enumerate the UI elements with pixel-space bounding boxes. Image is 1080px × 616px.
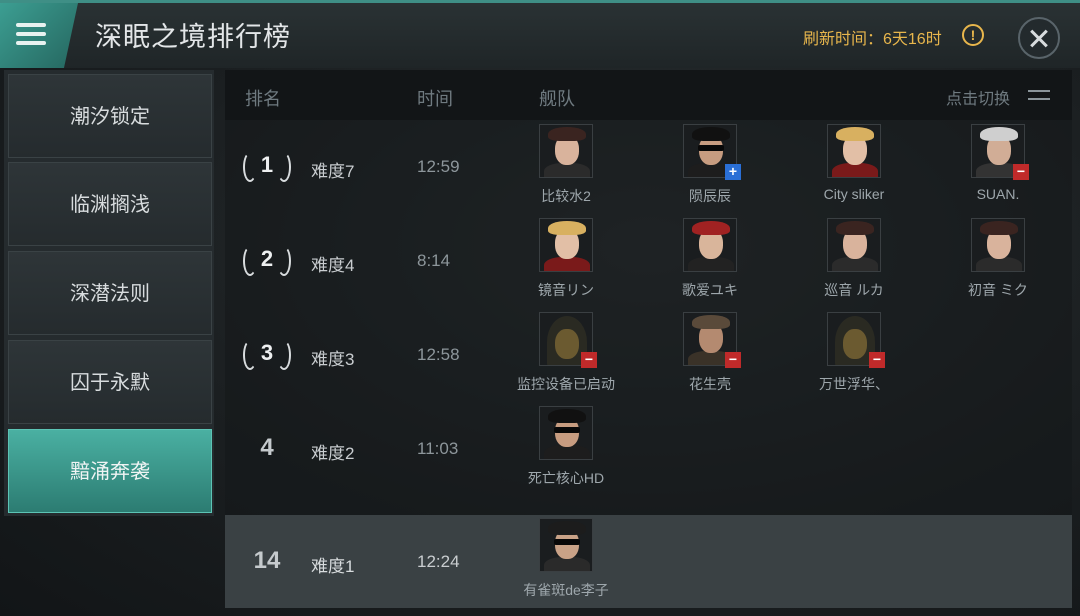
avatar[interactable]	[539, 218, 593, 272]
table-row: 2 难度4 8:14 镜音リン 歌爱ユキ 巡音 ルカ 初音 ミク	[225, 216, 1072, 310]
switch-label[interactable]: 点击切换	[946, 85, 1010, 109]
clear-time: 8:14	[417, 251, 451, 270]
rank-number: 4	[260, 434, 274, 461]
body-shape	[544, 557, 590, 571]
avatar[interactable]	[971, 218, 1025, 272]
hair-shape	[548, 221, 586, 235]
minus-badge-icon: −	[869, 352, 885, 368]
my-difficulty: 难度1	[311, 557, 355, 576]
col-fleet-header: 舰队	[539, 89, 575, 109]
page-title: 深眠之境排行榜	[95, 22, 291, 52]
glasses-shape	[554, 427, 580, 433]
member-name: 比较水2	[541, 188, 591, 204]
body-shape	[832, 257, 878, 271]
sidebar-item-eternal-silence[interactable]: 囚于永默	[8, 340, 212, 424]
body-shape	[976, 257, 1022, 271]
avatar[interactable]	[827, 218, 881, 272]
hair-shape	[692, 221, 730, 235]
member-name: 镜音リン	[538, 282, 594, 298]
difficulty: 难度4	[311, 256, 355, 275]
sidebar-item-tide-lock[interactable]: 潮汐锁定	[8, 74, 212, 158]
sidebar-item-abyss-stranded[interactable]: 临渊搁浅	[8, 162, 212, 246]
avatar[interactable]	[539, 124, 593, 178]
close-button[interactable]	[1018, 17, 1060, 59]
member-name: 巡音 ルカ	[824, 282, 884, 298]
avatar[interactable]	[539, 406, 593, 460]
table-row: 3 难度3 12:58 − 监控设备已启动 − 花生壳 − 万世浮华、	[225, 310, 1072, 404]
face-shape	[843, 329, 867, 359]
member-name: 死亡核心HD	[527, 470, 605, 486]
body-shape	[544, 257, 590, 271]
table-header: 排名 时间 舰队 点击切换	[225, 70, 1072, 120]
switch-arrows-icon[interactable]	[1025, 83, 1053, 107]
top-bar: 深眠之境排行榜 刷新时间：6天16时 !	[0, 0, 1080, 68]
rank-number: 1	[260, 152, 274, 177]
rank-wreath-icon: 3	[243, 336, 291, 376]
avatar[interactable]	[539, 518, 593, 572]
difficulty: 难度7	[311, 162, 355, 181]
rank-wreath-icon: 2	[243, 242, 291, 282]
rank-number: 3	[260, 340, 274, 365]
hair-shape	[980, 221, 1018, 235]
menu-icon-bar	[16, 41, 46, 45]
hair-shape	[980, 127, 1018, 141]
hair-shape	[548, 127, 586, 141]
face-shape	[555, 329, 579, 359]
minus-badge-icon: −	[725, 352, 741, 368]
body-shape	[544, 163, 590, 177]
hair-shape	[692, 315, 730, 329]
member-name: 歌爱ユキ	[682, 282, 738, 298]
body-shape	[688, 257, 734, 271]
my-rank-row: 14 难度1 12:24 有雀斑de李子	[225, 515, 1072, 608]
sidebar-item-dark-surge[interactable]: 黯涌奔袭	[8, 429, 212, 513]
menu-button[interactable]	[0, 3, 78, 68]
glasses-shape	[554, 539, 580, 545]
table-row: 1 难度7 12:59 比较水2 + 陨辰辰 City sliker − SUAN.	[225, 122, 1072, 216]
info-warning-icon[interactable]: !	[962, 24, 984, 46]
clear-time: 12:59	[417, 157, 460, 176]
difficulty: 难度3	[311, 350, 355, 369]
member-name: 花生壳	[689, 376, 731, 392]
avatar[interactable]	[827, 124, 881, 178]
hair-shape	[548, 521, 586, 535]
menu-icon	[16, 23, 46, 27]
body-shape	[832, 163, 878, 177]
plus-badge-icon: +	[725, 164, 741, 180]
my-clear-time: 12:24	[417, 552, 460, 571]
member-name: City sliker	[823, 186, 885, 202]
member-name: SUAN.	[976, 186, 1020, 202]
member-name: 监控设备已启动	[517, 376, 615, 392]
hair-shape	[692, 127, 730, 141]
clear-time: 12:58	[417, 345, 460, 364]
col-rank-header: 排名	[245, 89, 281, 109]
rank-number: 2	[260, 246, 274, 271]
minus-badge-icon: −	[1013, 164, 1029, 180]
refresh-time: 刷新时间：6天16时	[803, 31, 942, 48]
minus-badge-icon: −	[581, 352, 597, 368]
sidebar-item-deep-dive-rule[interactable]: 深潜法则	[8, 251, 212, 335]
menu-icon-bar	[16, 32, 46, 36]
member-name: 万世浮华、	[819, 376, 889, 392]
table-row: 4 难度2 11:03 死亡核心HD	[225, 404, 1072, 498]
hair-shape	[548, 409, 586, 423]
rank-wreath-icon: 1	[243, 148, 291, 188]
hair-shape	[836, 127, 874, 141]
sidebar: 潮汐锁定 临渊搁浅 深潜法则 囚于永默 黯涌奔袭	[4, 70, 214, 516]
difficulty: 难度2	[311, 444, 355, 463]
hair-shape	[836, 221, 874, 235]
body-shape	[544, 445, 590, 459]
clear-time: 11:03	[417, 439, 459, 458]
member-name: 陨辰辰	[689, 188, 731, 204]
avatar[interactable]	[683, 218, 737, 272]
col-time-header: 时间	[417, 89, 453, 109]
glasses-shape	[698, 145, 724, 151]
my-rank-number: 14	[253, 547, 281, 574]
member-name: 有雀斑de李子	[523, 582, 609, 598]
member-name: 初音 ミク	[968, 282, 1028, 298]
